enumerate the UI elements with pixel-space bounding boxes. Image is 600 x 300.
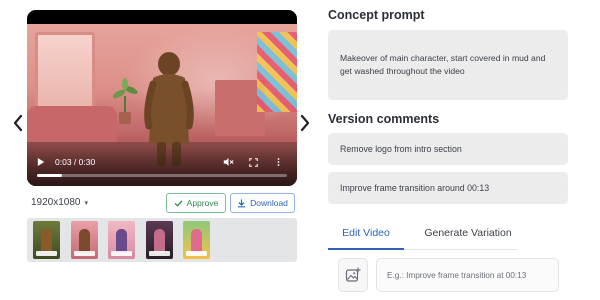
active-tab-indicator [328,248,404,250]
download-icon [237,198,246,207]
playback-time: 0:03 / 0:30 [55,157,96,167]
thumbnail-5[interactable] [183,221,210,259]
chevron-down-icon: ▾ [84,199,89,207]
version-comments-title: Version comments [328,112,440,126]
resolution-select[interactable]: 1920x1080 ▾ [31,197,88,208]
thumbnail-4[interactable] [146,221,173,259]
thumbnail-3[interactable] [108,221,135,259]
download-button[interactable]: Download [230,193,295,213]
tab-edit-video[interactable]: Edit Video [328,218,404,248]
resolution-value: 1920x1080 [31,197,81,208]
play-icon[interactable] [37,156,47,168]
edit-prompt-input[interactable] [376,258,559,292]
attach-image-button[interactable] [338,258,368,292]
approve-button[interactable]: Approve [166,193,226,213]
video-player[interactable]: 0:03 / 0:30 [27,10,297,186]
edit-tabs: Edit Video Generate Variation [328,218,568,250]
chevron-left-icon[interactable] [10,112,26,134]
download-label: Download [250,198,288,208]
comment-item: Improve frame transition around 00:13 [328,172,568,204]
approve-label: Approve [186,198,219,208]
fullscreen-icon[interactable] [249,156,261,168]
thumbnail-1[interactable] [33,221,60,259]
chevron-right-icon[interactable] [297,112,313,134]
player-controls: 0:03 / 0:30 [27,146,297,186]
concept-prompt-title: Concept prompt [328,8,425,22]
thumbnail-2[interactable] [71,221,98,259]
comment-item: Remove logo from intro section [328,133,568,165]
tab-generate-variation[interactable]: Generate Variation [418,218,518,248]
more-vertical-icon[interactable] [277,156,283,168]
progress-fill [37,174,62,177]
concept-prompt-text: Makeover of main character, start covere… [328,30,568,100]
progress-bar[interactable] [37,174,287,177]
check-icon [174,200,182,206]
image-add-icon [345,267,361,282]
thumbnail-strip [27,218,297,262]
volume-muted-icon[interactable] [223,156,235,168]
